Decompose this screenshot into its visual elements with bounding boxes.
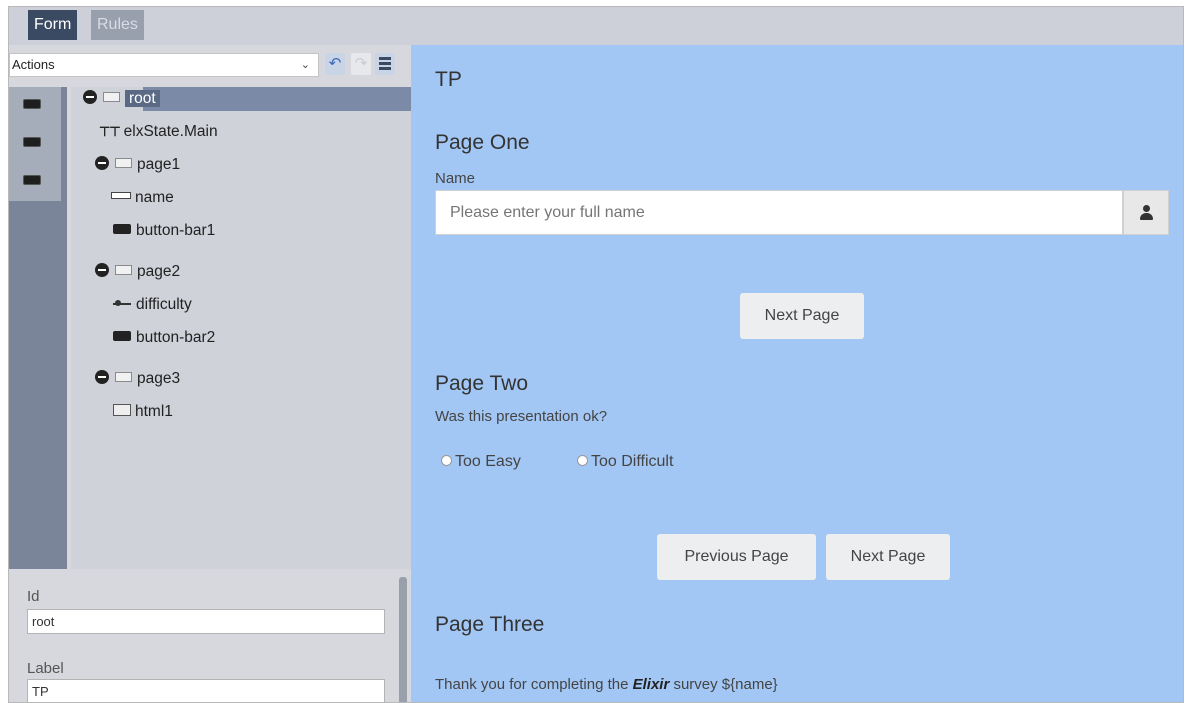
radio-circle-icon bbox=[577, 455, 588, 466]
id-label: Id bbox=[27, 588, 40, 605]
component-palette bbox=[9, 87, 67, 569]
tree-item-button-bar1[interactable]: button-bar1 bbox=[113, 219, 215, 243]
left-panel: Actions ⌄ ↶ ↷ root ⊤⊤ elxState.Main page1 bbox=[9, 45, 417, 702]
id-field[interactable] bbox=[27, 609, 385, 634]
tree-item-label: html1 bbox=[135, 403, 173, 420]
tree-item-difficulty[interactable]: difficulty bbox=[113, 293, 192, 317]
page-one-heading: Page One bbox=[435, 131, 530, 154]
survey-text: survey ${name} bbox=[669, 676, 778, 693]
tree-item-label: elxState.Main bbox=[123, 123, 218, 140]
elixir-emphasis: Elixir bbox=[632, 676, 670, 693]
tree-item-label: page1 bbox=[137, 156, 181, 173]
tab-form[interactable]: Form bbox=[28, 10, 78, 40]
page-two-next-button[interactable]: Next Page bbox=[826, 534, 950, 580]
actions-dropdown-label: Actions bbox=[12, 57, 55, 72]
form-preview: TP Page One Name Next Page Page Two Was … bbox=[411, 45, 1183, 702]
person-icon-body bbox=[1140, 213, 1153, 220]
tree-item-page2[interactable]: page2 bbox=[95, 260, 180, 284]
person-icon bbox=[1143, 205, 1150, 212]
thank-you-text: Thank you for completing the bbox=[435, 676, 633, 693]
name-input[interactable] bbox=[435, 190, 1123, 235]
radio-label: Too Easy bbox=[455, 453, 521, 470]
html1-content: Thank you for completing the Elixir surv… bbox=[435, 676, 778, 693]
tab-strip: Form Rules bbox=[9, 7, 1183, 45]
radio-too-easy[interactable]: Too Easy bbox=[441, 453, 521, 471]
palette-button-icon[interactable] bbox=[9, 125, 61, 163]
button-bar-icon bbox=[113, 224, 131, 234]
tree-item-label: button-bar2 bbox=[136, 329, 216, 346]
difficulty-question: Was this presentation ok? bbox=[435, 408, 608, 425]
page-two-heading: Page Two bbox=[435, 372, 529, 395]
slider-icon bbox=[113, 300, 131, 306]
properties-panel: Id Label bbox=[9, 575, 411, 702]
tree-item-label: page2 bbox=[137, 263, 181, 280]
undo-icon[interactable]: ↶ bbox=[325, 53, 345, 75]
palette-button-icon[interactable] bbox=[9, 163, 61, 201]
previous-page-button[interactable]: Previous Page bbox=[657, 534, 816, 580]
tree-item-label: page3 bbox=[137, 370, 181, 387]
tree-item-name[interactable]: name bbox=[111, 186, 174, 210]
tree-item-label: difficulty bbox=[136, 296, 192, 313]
page-icon bbox=[115, 158, 132, 168]
tree-item-html1[interactable]: html1 bbox=[113, 400, 173, 424]
redo-icon[interactable]: ↷ bbox=[351, 53, 371, 75]
tree-item-label: root bbox=[125, 90, 160, 107]
actions-toolbar: Actions ⌄ ↶ ↷ bbox=[9, 45, 411, 87]
tree-item-label: button-bar1 bbox=[136, 222, 216, 239]
label-field[interactable] bbox=[27, 679, 385, 702]
tab-rules[interactable]: Rules bbox=[91, 10, 144, 40]
actions-dropdown[interactable]: Actions ⌄ bbox=[9, 53, 319, 77]
page-one-next-button[interactable]: Next Page bbox=[740, 293, 864, 339]
label-label: Label bbox=[27, 660, 64, 677]
tree-item-state[interactable]: ⊤⊤ elxState.Main bbox=[99, 120, 218, 144]
collapse-icon[interactable] bbox=[95, 156, 109, 170]
state-icon: ⊤⊤ bbox=[99, 124, 121, 139]
form-title: TP bbox=[435, 68, 462, 91]
button-bar-icon bbox=[113, 331, 131, 341]
component-tree: root ⊤⊤ elxState.Main page1 name button-b… bbox=[71, 87, 417, 569]
button-component-icon bbox=[23, 175, 41, 185]
radio-too-difficult[interactable]: Too Difficult bbox=[577, 453, 673, 471]
tree-item-button-bar2[interactable]: button-bar2 bbox=[113, 326, 215, 350]
html-icon bbox=[113, 404, 131, 416]
page-icon bbox=[115, 372, 132, 382]
text-input-icon bbox=[111, 192, 131, 199]
button-component-icon bbox=[23, 137, 41, 147]
tree-item-label: name bbox=[135, 189, 174, 206]
hamburger-menu-icon[interactable] bbox=[375, 53, 395, 75]
tree-item-page1[interactable]: page1 bbox=[95, 153, 180, 177]
collapse-icon[interactable] bbox=[95, 263, 109, 277]
button-component-icon bbox=[23, 99, 41, 109]
form-designer-app: Form Rules Actions ⌄ ↶ ↷ root ⊤⊤ elxStat… bbox=[8, 6, 1184, 703]
name-addon bbox=[1123, 190, 1169, 235]
form-icon bbox=[103, 92, 120, 102]
tree-item-root[interactable]: root bbox=[83, 87, 417, 111]
chevron-down-icon: ⌄ bbox=[300, 59, 310, 71]
palette-button-icon[interactable] bbox=[9, 87, 61, 125]
collapse-icon[interactable] bbox=[83, 90, 97, 104]
properties-scrollbar[interactable] bbox=[399, 577, 407, 702]
collapse-icon[interactable] bbox=[95, 370, 109, 384]
name-label: Name bbox=[435, 170, 476, 187]
tree-item-page3[interactable]: page3 bbox=[95, 367, 180, 391]
radio-label: Too Difficult bbox=[591, 453, 674, 470]
page-three-heading: Page Three bbox=[435, 613, 545, 636]
page-icon bbox=[115, 265, 132, 275]
radio-circle-icon bbox=[441, 455, 452, 466]
